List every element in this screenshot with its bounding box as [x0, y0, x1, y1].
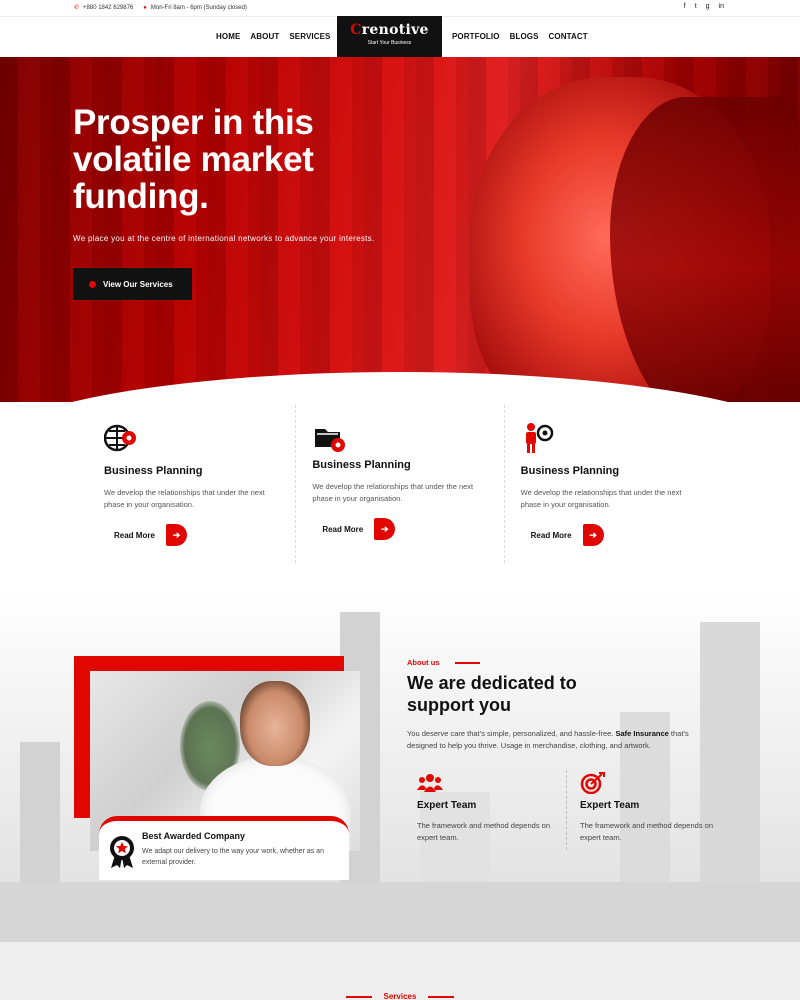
- feature-card: Business Planning We develop the relatio…: [88, 405, 295, 563]
- services-line-right: [428, 996, 454, 998]
- award-title: Best Awarded Company: [142, 831, 246, 841]
- facebook-icon[interactable]: f: [684, 3, 686, 10]
- logo-initial: C: [350, 22, 362, 38]
- site-logo[interactable]: Crenotive Start Your Business: [337, 16, 442, 57]
- nav-home[interactable]: HOME: [216, 32, 240, 41]
- target-icon: [580, 772, 605, 795]
- logo-wordmark: renotive: [361, 22, 429, 38]
- nav-services[interactable]: SERVICES: [289, 32, 330, 41]
- team-card: Expert Team The framework and method dep…: [407, 772, 557, 842]
- team-desc: The framework and method depends on expe…: [417, 821, 550, 842]
- read-more-arrow-icon[interactable]: ➔: [374, 518, 396, 540]
- feature-title: Business Planning: [312, 459, 411, 471]
- feature-desc: We develop the relationships that under …: [312, 482, 474, 503]
- hours-info: ● Mon-Fri 8am - 6pm (Sunday closed): [143, 5, 247, 11]
- person-gear-icon: [525, 423, 553, 453]
- about-heading: We are dedicated to support you: [407, 673, 577, 715]
- features-row: Business Planning We develop the relatio…: [88, 405, 712, 563]
- services-kicker: Services: [383, 992, 417, 1000]
- services-section: Services: [0, 942, 800, 1000]
- read-more-arrow-icon[interactable]: ➔: [582, 524, 604, 546]
- clock-icon: ●: [143, 4, 147, 11]
- contact-info: ✆ +880 1842 629876 ● Mon-Fri 8am - 6pm (Su…: [74, 4, 247, 12]
- feature-title: Business Planning: [520, 465, 620, 477]
- github-icon[interactable]: g: [706, 3, 710, 10]
- about-section: Best Awarded Company We adapt our delive…: [0, 590, 800, 942]
- read-more-arrow-icon[interactable]: ➔: [166, 524, 187, 546]
- award-card: Best Awarded Company We adapt our delive…: [99, 816, 349, 880]
- feature-card: Business Planning We develop the relatio…: [503, 405, 712, 563]
- feature-desc: We develop the relationships that under …: [104, 488, 265, 509]
- globe-gear-icon: [104, 424, 136, 452]
- linkedin-icon[interactable]: in: [719, 3, 724, 10]
- about-paragraph: You deserve care that’s simple, personal…: [407, 728, 707, 752]
- team-card: Expert Team The framework and method dep…: [570, 772, 720, 842]
- nav-right: PORTFOLIO BLOGS CONTACT: [452, 32, 588, 41]
- button-label: View Our Services: [103, 279, 173, 289]
- logo-tagline: Start Your Business: [367, 40, 412, 46]
- phone-info: ✆ +880 1842 629876: [74, 4, 133, 11]
- award-badge-icon: [110, 836, 134, 868]
- about-text-bold: Safe Insurance: [615, 729, 669, 738]
- nav-about[interactable]: ABOUT: [250, 32, 279, 41]
- button-dot-icon: [89, 280, 96, 288]
- person-head-shape: [240, 681, 310, 766]
- nav-portfolio[interactable]: PORTFOLIO: [452, 32, 500, 41]
- view-services-button[interactable]: View Our Services: [73, 268, 192, 300]
- phone-icon: ✆: [74, 5, 80, 11]
- office-hours: Mon-Fri 8am - 6pm (Sunday closed): [150, 4, 247, 11]
- team-title: Expert Team: [417, 800, 477, 811]
- about-text-1: You deserve care that’s simple, personal…: [407, 729, 616, 738]
- top-bar: ✆ +880 1842 629876 ● Mon-Fri 8am - 6pm (Su…: [0, 0, 800, 16]
- social-links: f t g in: [684, 3, 724, 10]
- hero-subtext: We place you at the centre of internatio…: [73, 234, 375, 243]
- read-more-link[interactable]: Read More: [531, 531, 572, 540]
- read-more-link[interactable]: Read More: [114, 531, 155, 540]
- about-kicker: About us: [407, 658, 440, 667]
- read-more-link[interactable]: Read More: [322, 525, 363, 534]
- twitter-icon[interactable]: t: [695, 3, 697, 10]
- team-title: Expert Team: [580, 800, 640, 811]
- kicker-line: [455, 662, 480, 664]
- hero-woman-hair: [610, 97, 800, 402]
- hero-section: Prosper in this volatile market funding.…: [0, 57, 800, 402]
- nav-blogs[interactable]: BLOGS: [510, 32, 539, 41]
- feature-title: Business Planning: [104, 465, 203, 477]
- feature-card: Business Planning We develop the relatio…: [295, 405, 503, 563]
- team-desc: The framework and method depends on expe…: [580, 821, 713, 842]
- phone-number[interactable]: +880 1842 629876: [83, 5, 133, 11]
- city-skyline-base: [0, 882, 800, 942]
- hero-headline: Prosper in this volatile market funding.: [73, 103, 314, 216]
- feature-desc: We develop the relationships that under …: [520, 488, 682, 509]
- award-desc: We adapt our delivery to the way your wo…: [142, 848, 324, 866]
- nav-left: HOME ABOUT SERVICES: [216, 32, 330, 41]
- team-divider: [566, 770, 567, 850]
- team-icon: [417, 774, 443, 792]
- folder-gear-icon: [315, 429, 346, 452]
- logo-name: Crenotive: [337, 22, 442, 38]
- nav-contact[interactable]: CONTACT: [549, 32, 588, 41]
